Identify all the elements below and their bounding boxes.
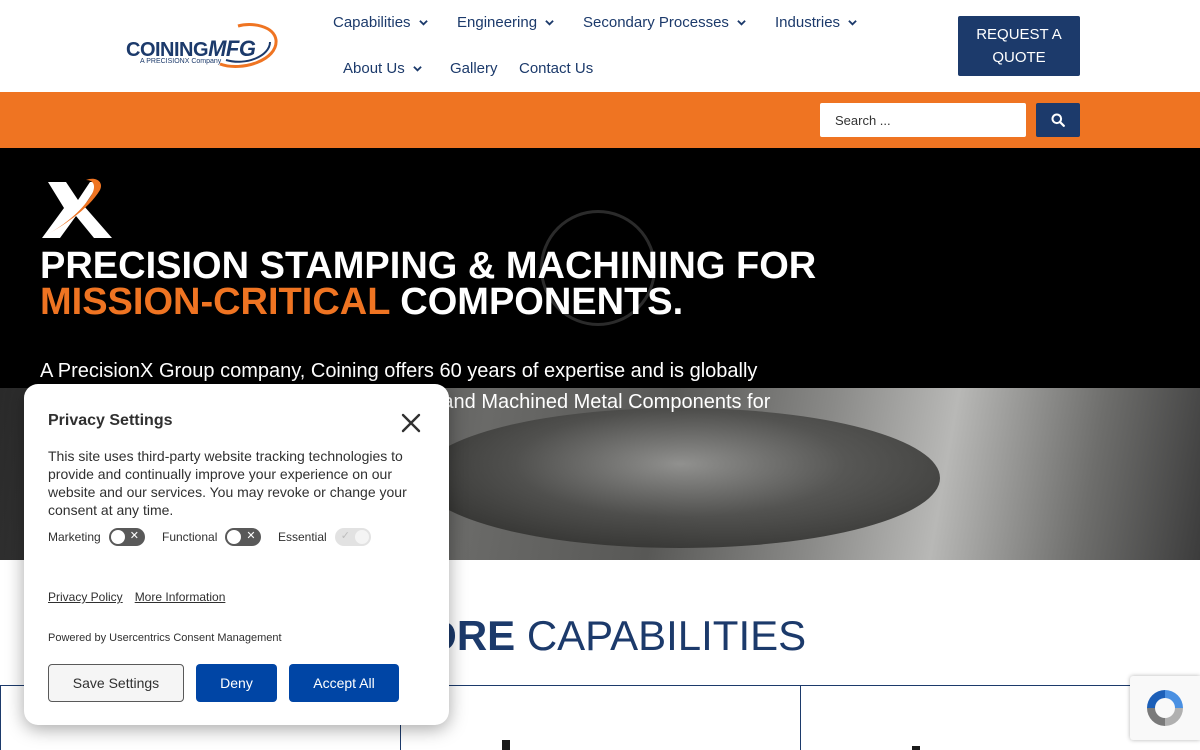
chevron-down-icon	[545, 20, 554, 26]
toggle-essential-label: Essential	[278, 530, 327, 544]
x-mark-icon: ✕	[246, 530, 256, 542]
nav-item-engineering[interactable]: Engineering	[457, 14, 554, 31]
toggle-marketing[interactable]: ✕	[108, 528, 145, 546]
main-nav: Capabilities Engineering Secondary Proce…	[320, 0, 880, 92]
hero-title-line1: PRECISION STAMPING & MACHINING FOR	[40, 245, 817, 287]
nav-item-about-us[interactable]: About Us	[343, 60, 422, 77]
nav-item-label: Secondary Processes	[583, 14, 729, 31]
search-button[interactable]	[1036, 103, 1080, 137]
page: COININGMFG A PRECISIONX Company Capabili…	[0, 0, 1200, 750]
nav-item-label: Industries	[775, 14, 841, 31]
precisionx-x-icon	[42, 178, 112, 238]
accept-all-button[interactable]: Accept All	[289, 664, 399, 702]
check-mark-icon: ✓	[340, 530, 350, 542]
hero-title-line2-rest: COMPONENTS.	[389, 281, 684, 323]
search-bar	[0, 92, 1200, 148]
privacy-policy-link[interactable]: Privacy Policy	[48, 590, 123, 604]
consent-toggles: Marketing ✕ Functional ✕ Essential ✓	[48, 528, 428, 548]
search-icon	[1051, 113, 1065, 127]
nav-item-secondary-processes[interactable]: Secondary Processes	[583, 14, 746, 31]
toggle-functional-label: Functional	[162, 530, 218, 544]
privacy-links: Privacy Policy More Information	[48, 590, 225, 604]
toggle-knob	[110, 530, 125, 544]
x-mark-icon: ✕	[129, 530, 139, 542]
nav-item-industries[interactable]: Industries	[775, 14, 857, 31]
nav-item-capabilities[interactable]: Capabilities	[333, 14, 428, 31]
privacy-settings-dialog: Privacy Settings This site uses third-pa…	[24, 384, 449, 725]
recaptcha-badge[interactable]	[1130, 676, 1200, 740]
request-quote-button[interactable]: REQUEST A QUOTE	[958, 16, 1080, 76]
logo-tagline: A PRECISIONX Company	[140, 58, 222, 65]
save-settings-button[interactable]: Save Settings	[48, 664, 184, 702]
request-quote-line1: REQUEST A	[976, 26, 1062, 43]
powered-by-text: Powered by Usercentrics Consent Manageme…	[48, 632, 282, 644]
chevron-down-icon	[737, 20, 746, 26]
nav-item-contact-us[interactable]: Contact Us	[519, 60, 593, 77]
privacy-dialog-title: Privacy Settings	[48, 412, 173, 429]
hero-title-accent: MISSION-CRITICAL	[40, 281, 390, 323]
toggle-essential: ✓	[334, 528, 371, 546]
close-icon[interactable]	[400, 412, 422, 434]
nav-item-gallery[interactable]: Gallery	[450, 60, 498, 77]
nav-item-label: About Us	[343, 60, 405, 77]
hero-title: PRECISION STAMPING & MACHINING FOR MISSI…	[40, 245, 817, 323]
toggle-functional[interactable]: ✕	[225, 528, 262, 546]
capabilities-heading-rest: CAPABILITIES	[515, 612, 807, 659]
request-quote-line2: QUOTE	[992, 49, 1046, 66]
nav-item-label: Capabilities	[333, 14, 411, 31]
toggle-knob	[354, 530, 369, 544]
toggle-marketing-group: Marketing ✕	[48, 528, 145, 546]
chevron-down-icon	[848, 20, 857, 26]
deny-button[interactable]: Deny	[196, 664, 277, 702]
site-header: COININGMFG A PRECISIONX Company Capabili…	[0, 0, 1200, 92]
nav-item-label: Gallery	[450, 60, 498, 77]
toggle-essential-group: Essential ✓	[278, 528, 371, 546]
search-input[interactable]	[820, 103, 1026, 137]
hero-title-line2: MISSION-CRITICAL COMPONENTS.	[40, 281, 816, 323]
toggle-knob	[227, 530, 242, 544]
nav-item-label: Engineering	[457, 14, 538, 31]
toggle-marketing-label: Marketing	[48, 530, 101, 544]
nav-item-label: Contact Us	[519, 60, 594, 77]
privacy-dialog-text: This site uses third-party website track…	[48, 448, 407, 518]
capability-part-image	[912, 746, 920, 750]
chevron-down-icon	[412, 66, 422, 72]
capability-part-image	[502, 740, 510, 750]
toggle-functional-group: Functional ✕	[162, 528, 262, 546]
chevron-down-icon	[418, 20, 428, 26]
grid-divider	[0, 686, 1, 750]
grid-divider	[800, 686, 801, 750]
coining-mfg-logo[interactable]: COININGMFG A PRECISIONX Company	[126, 20, 286, 74]
more-information-link[interactable]: More Information	[135, 590, 226, 604]
recaptcha-icon	[1147, 690, 1183, 726]
